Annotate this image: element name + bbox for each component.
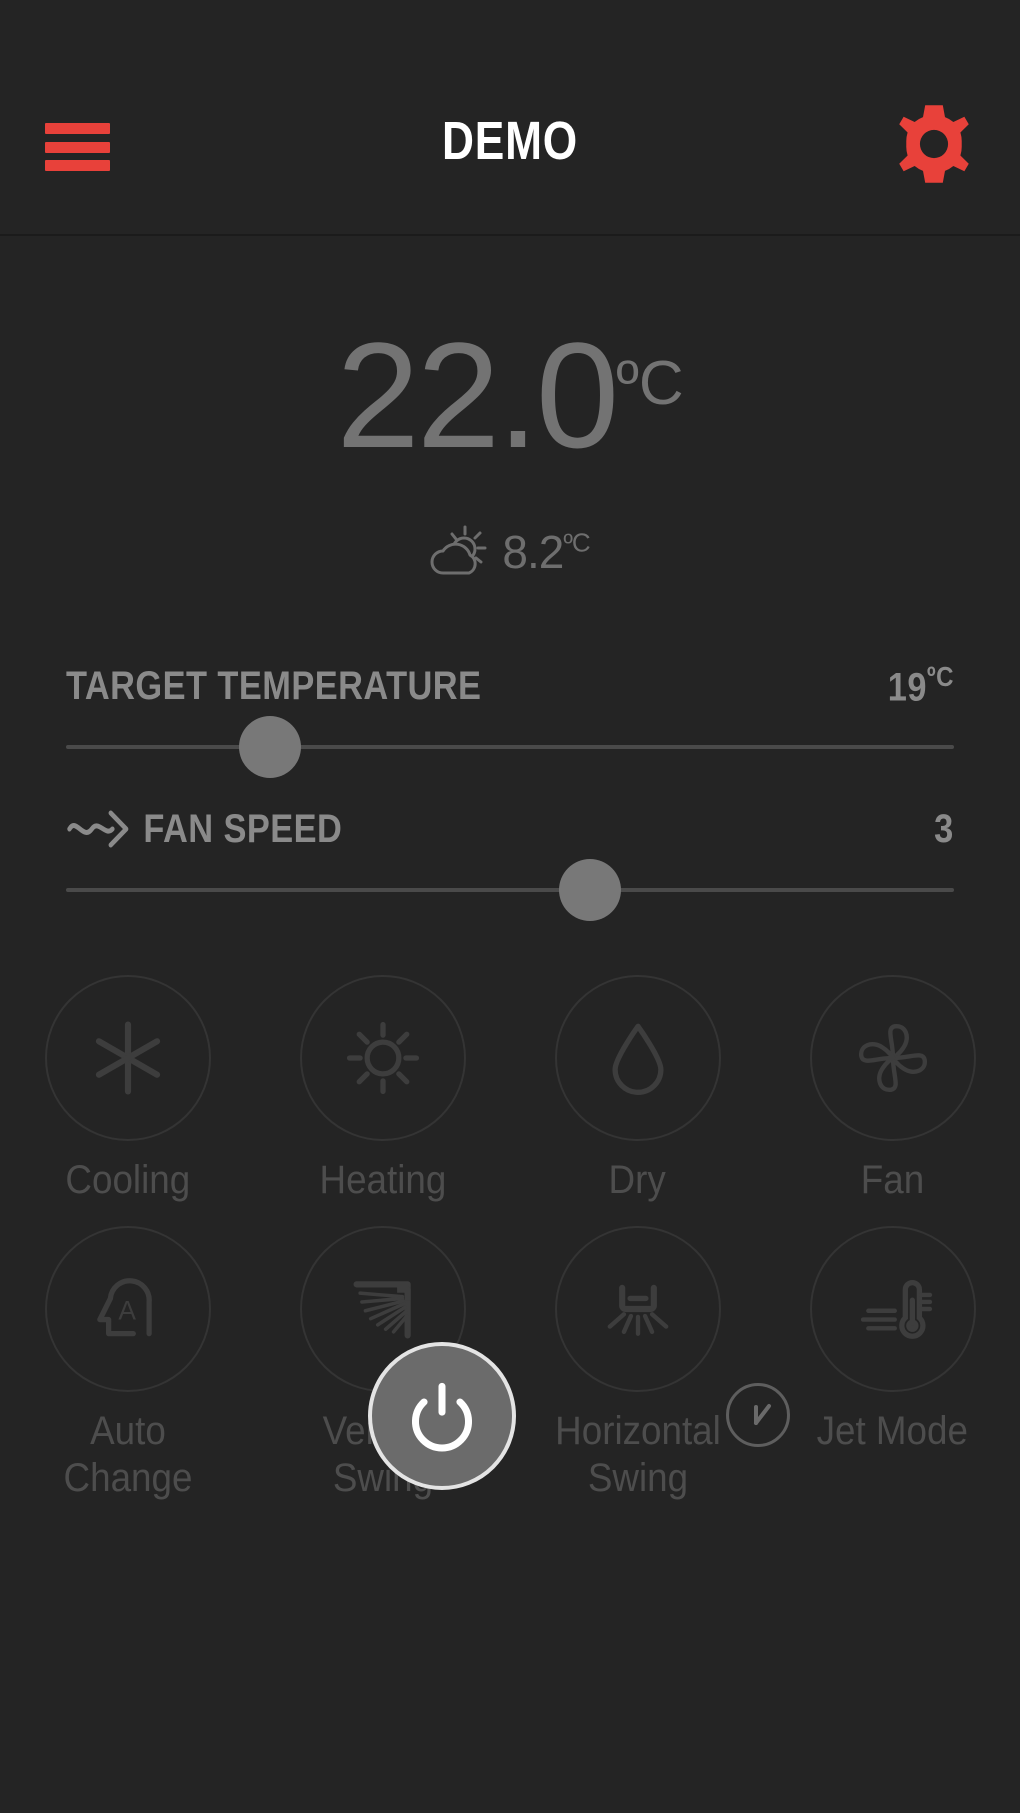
mode-circle-cooling — [44, 975, 211, 1141]
target-temperature-slider-block: TARGET TEMPERATURE 19ºC — [0, 660, 1020, 782]
power-button[interactable] — [368, 1342, 516, 1490]
target-temperature-thumb[interactable] — [239, 716, 302, 778]
mode-button-dry[interactable]: Dry — [510, 975, 765, 1204]
vertical-swing-icon — [353, 1281, 411, 1339]
mode-label-cooling: Cooling — [65, 1158, 190, 1202]
mode-circle-dry — [554, 975, 721, 1141]
gear-icon[interactable] — [878, 100, 990, 188]
mode-button-heating[interactable]: Heating — [255, 975, 510, 1204]
target-temperature-track[interactable] — [66, 712, 954, 782]
mode-label-auto-change: Auto Change — [63, 1409, 192, 1501]
outdoor-temperature-unit: ºC — [563, 527, 590, 558]
mode-circle-horizontal-swing — [554, 1226, 721, 1393]
horizontal-swing-icon — [607, 1284, 668, 1337]
fan-speed-label-group: FAN SPEED — [66, 807, 342, 852]
current-temperature: 22.0ºC — [0, 320, 1020, 470]
mode-label-heating: Heating — [319, 1158, 446, 1202]
mode-circle-jet-mode — [809, 1226, 976, 1393]
auto-head-icon: A — [96, 1278, 152, 1337]
sun-icon — [346, 1021, 419, 1095]
mode-button-cooling[interactable]: Cooling — [0, 975, 255, 1204]
mode-button-jet-mode[interactable]: Jet Mode — [765, 1226, 1020, 1502]
airflow-arrow-icon — [66, 809, 131, 849]
target-temperature-row: TARGET TEMPERATURE 19ºC — [0, 660, 1020, 712]
timer-button[interactable] — [726, 1383, 790, 1447]
target-temperature-value: 19ºC — [888, 661, 954, 710]
mode-label-dry: Dry — [608, 1158, 667, 1202]
water-drop-icon — [611, 1023, 664, 1095]
current-temperature-unit: ºC — [616, 349, 684, 418]
target-temperature-label: TARGET TEMPERATURE — [66, 663, 482, 708]
fan-blades-icon — [858, 1024, 927, 1092]
target-temperature-number: 19 — [887, 665, 927, 710]
target-temperature-unit: ºC — [926, 661, 954, 693]
timer-clock-icon — [754, 1404, 771, 1425]
outdoor-weather: 8.2ºC — [0, 522, 1020, 582]
mode-button-auto-change[interactable]: A Auto Change — [0, 1226, 255, 1502]
fan-speed-value: 3 — [934, 806, 954, 851]
outdoor-temperature-value: 8.2 — [502, 526, 564, 578]
mode-button-horizontal-swing[interactable]: Horizontal Swing — [510, 1226, 765, 1502]
app-header: DEMO — [0, 0, 1020, 236]
mode-label-horizontal-swing: Horizontal Swing — [554, 1409, 721, 1501]
fan-speed-slider-block: FAN SPEED 3 — [0, 803, 1020, 925]
mode-label-fan: Fan — [860, 1158, 925, 1202]
fan-speed-thumb[interactable] — [558, 859, 621, 921]
mode-circle-fan — [809, 975, 976, 1141]
fan-speed-label: FAN SPEED — [143, 806, 343, 851]
fan-speed-track[interactable] — [66, 855, 954, 925]
svg-text:A: A — [118, 1296, 136, 1326]
fan-speed-row: FAN SPEED 3 — [0, 803, 1020, 855]
page-title: DEMO — [441, 111, 579, 171]
mode-button-fan[interactable]: Fan — [765, 975, 1020, 1204]
jet-thermometer-icon — [860, 1280, 932, 1339]
mode-circle-auto-change: A — [44, 1226, 211, 1393]
snowflake-icon — [95, 1021, 160, 1095]
target-temperature-track-line — [66, 745, 954, 749]
fan-speed-track-line — [66, 888, 954, 892]
outdoor-temperature: 8.2ºC — [502, 525, 590, 579]
current-temperature-value: 22.0 — [336, 311, 619, 479]
power-icon — [411, 1382, 473, 1452]
mode-circle-heating — [299, 975, 466, 1141]
partly-cloudy-icon — [430, 522, 492, 582]
mode-label-jet-mode: Jet Mode — [816, 1409, 969, 1454]
